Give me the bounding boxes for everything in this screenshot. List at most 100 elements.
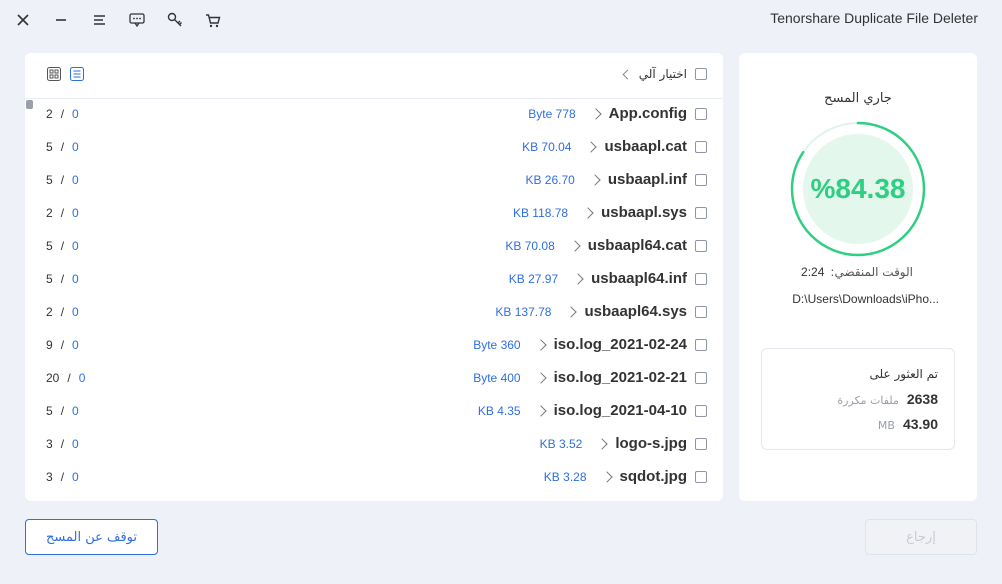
chevron-left-icon (622, 69, 633, 79)
expand-chevron-icon[interactable] (585, 140, 598, 153)
auto-select-checkbox[interactable] (695, 68, 707, 80)
row-checkbox[interactable] (695, 338, 707, 351)
table-row[interactable]: 2 / 0 KB 118.78 usbaapl.sys (25, 198, 723, 231)
table-row[interactable]: 5 / 0 KB 70.08 usbaapl64.cat (25, 231, 723, 264)
file-size: KB 118.78 (512, 205, 569, 220)
table-row[interactable]: 3 / 0 KB 3.52 logo-s.jpg (25, 429, 723, 462)
file-entry: Byte 778 App.config (528, 105, 707, 122)
count-separator: / (60, 239, 65, 253)
duplicate-counter: 2 / 0 (46, 305, 79, 319)
row-checkbox[interactable] (695, 206, 707, 219)
file-name: iso.log_2021-02-24 (553, 336, 687, 353)
expand-chevron-icon[interactable] (569, 239, 581, 252)
duplicate-counter: 2 / 0 (46, 206, 79, 220)
count-separator: / (60, 404, 65, 418)
row-checkbox[interactable] (695, 371, 707, 384)
row-checkbox[interactable] (695, 470, 707, 483)
scan-status-panel: جاري المسح %84.38 2:24 :الوقت المنقضي D:… (739, 53, 977, 501)
grid-view-icon[interactable] (47, 67, 61, 81)
expand-chevron-icon[interactable] (565, 305, 578, 318)
app-title: Tenorshare Duplicate File Deleter (770, 10, 978, 26)
file-size: KB 27.97 (508, 271, 559, 286)
table-row[interactable]: 9 / 0 Byte 360 iso.log_2021-02-24 (25, 330, 723, 363)
file-entry: Byte 360 iso.log_2021-02-24 (473, 336, 707, 353)
selected-count: 0 (72, 404, 79, 418)
file-entry: KB 27.97 usbaapl64.inf (509, 270, 707, 287)
stop-scan-button[interactable]: توقف عن المسح (25, 519, 158, 555)
selected-count: 0 (72, 437, 79, 451)
file-name: usbaapl64.sys (584, 303, 687, 320)
selected-count: 0 (72, 173, 79, 187)
expand-chevron-icon[interactable] (534, 371, 547, 384)
duplicate-counter: 5 / 0 (46, 140, 79, 154)
file-name: usbaapl.inf (607, 171, 687, 188)
file-size: KB 137.78 (495, 304, 552, 319)
expand-chevron-icon[interactable] (582, 206, 594, 219)
expand-chevron-icon[interactable] (589, 173, 601, 186)
total-count: 3 (46, 437, 53, 451)
size-unit: MB (877, 419, 895, 432)
duplicate-counter: 2 / 0 (46, 107, 79, 121)
count-separator: / (60, 206, 65, 220)
table-row[interactable]: 5 / 0 KB 4.35 iso.log_2021-04-10 (25, 396, 723, 429)
row-checkbox[interactable] (695, 404, 707, 417)
row-checkbox[interactable] (695, 437, 707, 450)
menu-icon[interactable] (89, 10, 109, 30)
file-entry: Byte 400 iso.log_2021-02-21 (473, 369, 707, 386)
row-checkbox[interactable] (695, 140, 707, 153)
duplicate-size-line: MB 43.90 (878, 416, 938, 432)
key-icon[interactable] (165, 10, 185, 30)
auto-select-control[interactable]: اختيار آلي (622, 67, 707, 81)
file-name: logo-s.jpg (615, 435, 687, 452)
duplicate-counter: 5 / 0 (46, 173, 79, 187)
duplicate-counter: 5 / 0 (46, 404, 79, 418)
feedback-icon[interactable] (127, 10, 147, 30)
selected-count: 0 (72, 107, 79, 121)
current-path: D:\Users\Downloads\iPho... (792, 292, 939, 306)
duplicate-counter: 3 / 0 (46, 470, 79, 484)
close-icon[interactable] (13, 10, 33, 30)
row-checkbox[interactable] (695, 272, 707, 285)
count-separator: / (60, 140, 65, 154)
table-row[interactable]: 2 / 0 Byte 778 App.config (25, 99, 723, 132)
table-row[interactable]: 20 / 0 Byte 400 iso.log_2021-02-21 (25, 363, 723, 396)
file-name: sqdot.jpg (619, 468, 688, 485)
auto-select-label: اختيار آلي (638, 67, 687, 81)
selected-count: 0 (72, 206, 79, 220)
row-checkbox[interactable] (695, 239, 707, 252)
table-row[interactable]: 3 / 0 KB 3.28 sqdot.jpg (25, 462, 723, 495)
file-entry: KB 3.52 logo-s.jpg (540, 435, 707, 452)
file-size: Byte 778 (528, 106, 576, 121)
expand-chevron-icon[interactable] (600, 470, 613, 483)
row-checkbox[interactable] (695, 305, 707, 318)
elapsed-time: 2:24 :الوقت المنقضي (801, 265, 913, 279)
table-row[interactable]: 5 / 0 KB 26.70 usbaapl.inf (25, 165, 723, 198)
file-name: iso.log_2021-02-21 (553, 369, 687, 386)
row-checkbox[interactable] (695, 107, 707, 120)
files-header: اختيار آلي (25, 53, 723, 99)
list-view-icon[interactable] (70, 67, 84, 81)
table-row[interactable]: 5 / 0 KB 70.04 usbaapl.cat (25, 132, 723, 165)
file-name: usbaapl64.cat (587, 237, 687, 254)
row-checkbox[interactable] (695, 173, 707, 186)
minimize-icon[interactable] (51, 10, 71, 30)
found-title: تم العثور على (869, 367, 938, 381)
selected-count: 0 (72, 140, 79, 154)
expand-chevron-icon[interactable] (534, 338, 547, 351)
duplicate-count: 2638 (906, 391, 938, 407)
file-size: KB 26.70 (525, 172, 575, 187)
table-row[interactable]: 2 / 0 KB 137.78 usbaapl64.sys (25, 297, 723, 330)
table-row[interactable]: 5 / 0 KB 27.97 usbaapl64.inf (25, 264, 723, 297)
file-entry: KB 137.78 usbaapl64.sys (495, 303, 707, 320)
total-count: 20 (46, 371, 60, 385)
count-separator: / (60, 437, 65, 451)
expand-chevron-icon[interactable] (534, 404, 547, 417)
expand-chevron-icon[interactable] (572, 272, 584, 285)
file-name: usbaapl.cat (604, 138, 687, 155)
expand-chevron-icon[interactable] (596, 437, 609, 450)
expand-chevron-icon[interactable] (590, 107, 602, 120)
count-separator: / (60, 305, 65, 319)
duplicate-label: ملفات مكررة (837, 394, 899, 407)
cart-icon[interactable] (203, 10, 223, 30)
duplicate-counter: 20 / 0 (46, 371, 85, 385)
